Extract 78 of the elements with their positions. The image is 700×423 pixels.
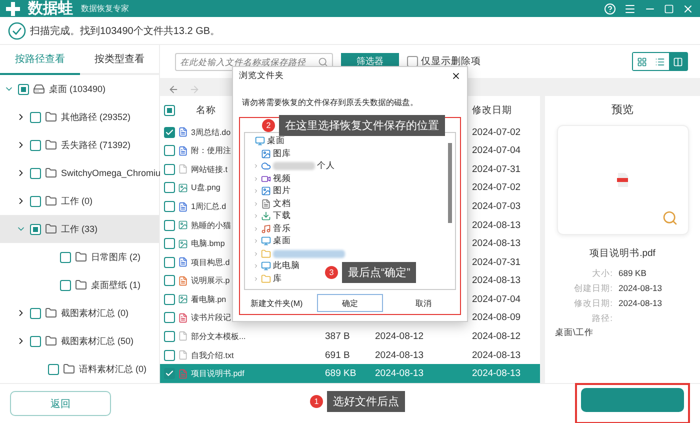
detail-label: 修改日期: (573, 298, 612, 310)
file-size: 689 KB (325, 368, 358, 380)
modified-date: 2024-08-13 (472, 350, 522, 361)
dialog-message: 请勿将需要恢复的文件保存到原丢失数据的磁盘。 (242, 97, 419, 108)
app-subtitle: 数据恢复专家 (81, 3, 129, 14)
tree-label: 语料素材汇总 (0) (79, 362, 146, 376)
folder-label: 桌面 (267, 135, 285, 148)
created-date: 2024-08-12 (375, 330, 425, 342)
tree-label: 桌面壁纸 (1) (91, 278, 140, 292)
file-name: U盘.png (191, 182, 220, 194)
tree-label: SwitchyOmega_Chromiu (61, 168, 161, 178)
modified-date: 2024-07-02 (472, 182, 522, 194)
modified-date: 2024-08-13 (472, 368, 522, 380)
tree-label: 工作 (33) (61, 222, 98, 236)
created-date: 2024-08-13 (375, 350, 425, 361)
callout-note: 最后点“确定” (342, 262, 416, 283)
tree-label: 截图素材汇总 (0) (61, 306, 128, 320)
folder-label: 个人 (317, 160, 335, 172)
preview-file-name: 项目说明书.pdf (590, 247, 656, 260)
modified-date: 2024-07-31 (472, 256, 522, 268)
file-name: 读书片段记 (191, 312, 231, 324)
folder-label: 下载 (273, 210, 291, 222)
step-badge: 1 (310, 395, 323, 408)
modified-date: 2024-08-09 (472, 312, 522, 324)
file-name: 网站链接.t (191, 164, 228, 175)
file-name: 自我介绍.txt (191, 350, 234, 361)
file-name: 项目构思.d (191, 256, 230, 268)
detail-label: 路径: (591, 313, 612, 325)
checkbox-label: 仅显示删除项 (421, 55, 481, 68)
detail-value: 2024-08-13 (618, 298, 663, 310)
file-name: 部分文本模板... (191, 330, 246, 342)
file-name: 看电脑.pn (191, 294, 226, 305)
dialog-title: 浏览文件夹 (239, 70, 284, 82)
file-size: 387 B (325, 330, 351, 342)
file-size: 691 B (325, 350, 351, 361)
modified-date: 2024-07-04 (472, 294, 522, 305)
modified-date: 2024-08-13 (472, 238, 522, 250)
modified-date: 2024-07-31 (472, 164, 522, 175)
file-name: 1周汇总.d (191, 201, 226, 212)
folder-label: 库 (273, 272, 282, 285)
modified-date: 2024-07-03 (472, 201, 522, 212)
column-header: 修改日期 (472, 104, 513, 117)
modified-date: 2024-08-12 (472, 330, 522, 342)
status-text: 扫描完成。找到103490个文件共13.2 GB。 (30, 24, 220, 38)
tree-label: 工作 (0) (61, 194, 92, 208)
file-name: 熟睡的小猫 (191, 220, 231, 231)
folder-label: 音乐 (273, 222, 291, 235)
folder-label: 图片 (273, 185, 291, 198)
folder-label: 此电脑 (273, 260, 300, 272)
file-name: 3周总结.do (191, 126, 231, 138)
folder-label: 桌面 (273, 235, 291, 248)
modified-date: 2024-08-13 (472, 220, 522, 231)
detail-label: 创建日期: (573, 283, 612, 295)
tree-label: 其他路径 (29352) (61, 110, 131, 124)
column-header: 名称 (196, 104, 217, 117)
folder-label: 图库 (273, 148, 291, 160)
tree-label: 截图素材汇总 (50) (61, 334, 134, 348)
detail-value: 689 KB (618, 268, 648, 280)
folder-label: 视频 (273, 172, 291, 185)
file-name: 电脑.bmp (191, 238, 225, 250)
modified-date: 2024-07-04 (472, 145, 522, 156)
file-name: 项目说明书.pdf (191, 368, 244, 380)
callout-note: 选好文件后点 (327, 391, 405, 412)
modified-date: 2024-08-13 (472, 275, 522, 286)
detail-label: 大小: (591, 268, 612, 280)
modified-date: 2024-07-02 (472, 126, 522, 138)
preview-title: 预览 (612, 103, 634, 117)
app-logo: 数据蛙 (28, 0, 73, 18)
file-name: 附：使用注 (191, 145, 231, 156)
tree-label: 桌面 (103490) (49, 82, 106, 96)
file-path: 桌面\工作 (555, 327, 594, 339)
callout-note: 在这里选择恢复文件保存的位置 (279, 115, 445, 136)
folder-label: 文档 (273, 198, 291, 210)
detail-value: 2024-08-13 (618, 283, 663, 295)
tree-label: 日常图库 (2) (91, 250, 140, 264)
file-name: 说明展示.p (191, 275, 230, 286)
tree-label: 丢失路径 (71392) (61, 138, 131, 152)
created-date: 2024-08-13 (375, 368, 425, 380)
